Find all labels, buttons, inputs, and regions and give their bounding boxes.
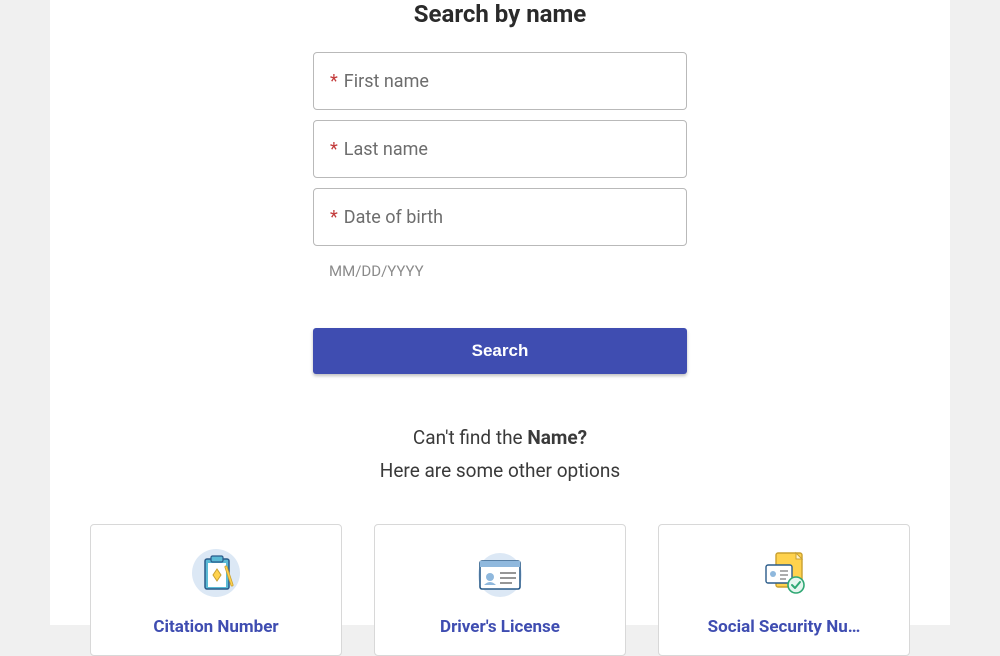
- required-asterisk: *: [330, 207, 338, 228]
- option-label: Citation Number: [153, 617, 278, 637]
- options-row: Citation Number Driver's License: [50, 524, 950, 656]
- last-name-field-wrap: * Last name: [313, 120, 687, 178]
- page-title: Search by name: [50, 0, 950, 52]
- cant-find-prefix: Can't find the: [413, 426, 527, 449]
- first-name-field-wrap: * First name: [313, 52, 687, 110]
- option-label: Driver's License: [440, 617, 560, 637]
- last-name-input[interactable]: * Last name: [313, 120, 687, 178]
- cant-find-text: Can't find the Name?: [50, 426, 950, 449]
- option-drivers-license[interactable]: Driver's License: [374, 524, 626, 656]
- cant-find-bold: Name?: [527, 426, 587, 449]
- dob-input[interactable]: * Date of birth: [313, 188, 687, 246]
- dob-label: Date of birth: [344, 207, 443, 228]
- search-page: Search by name * First name * Last name …: [50, 0, 950, 625]
- clipboard-icon: [186, 543, 246, 603]
- first-name-input[interactable]: * First name: [313, 52, 687, 110]
- option-ssn[interactable]: Social Security Nu…: [658, 524, 910, 656]
- required-asterisk: *: [330, 71, 338, 92]
- other-options-text: Here are some other options: [50, 459, 950, 482]
- document-check-icon: [754, 543, 814, 603]
- dob-hint: MM/DD/YYYY: [313, 256, 687, 280]
- first-name-label: First name: [344, 71, 429, 92]
- search-form: * First name * Last name * Date of birth…: [50, 52, 950, 374]
- option-label: Social Security Nu…: [708, 617, 861, 637]
- last-name-label: Last name: [344, 139, 428, 160]
- dob-field-wrap: * Date of birth: [313, 188, 687, 246]
- required-asterisk: *: [330, 139, 338, 160]
- search-button[interactable]: Search: [313, 328, 687, 374]
- id-card-icon: [470, 543, 530, 603]
- option-citation-number[interactable]: Citation Number: [90, 524, 342, 656]
